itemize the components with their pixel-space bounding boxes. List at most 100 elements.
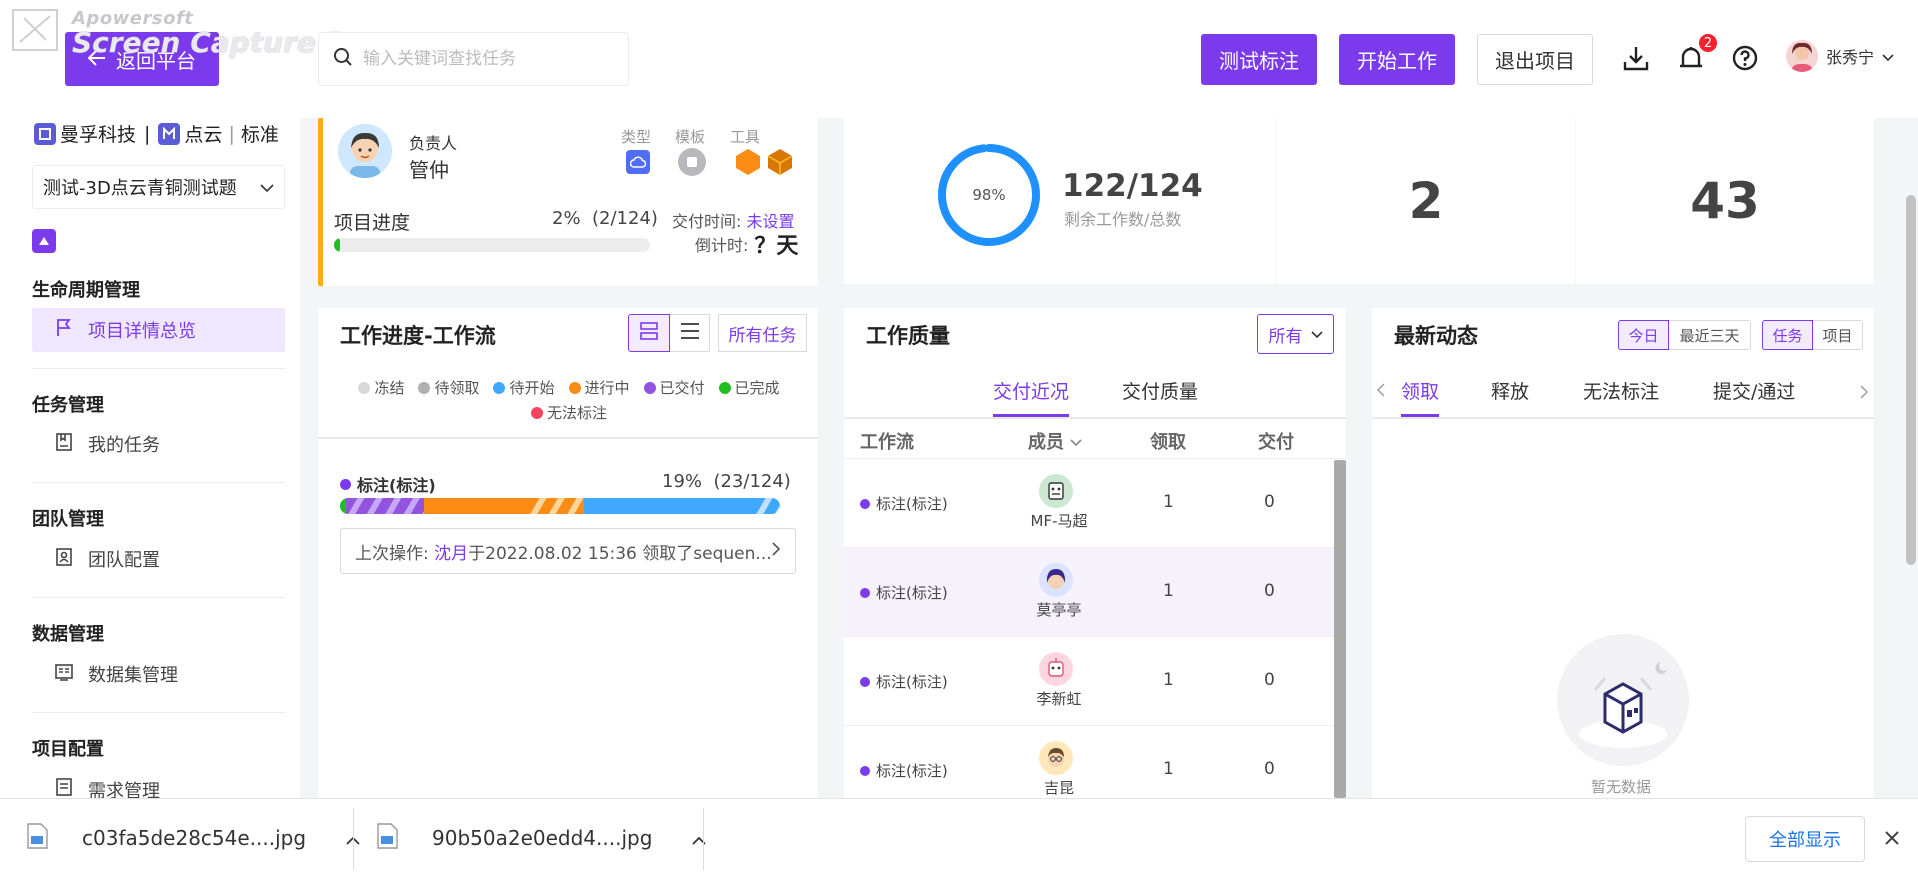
row-flow: 标注(标注): [860, 671, 948, 692]
nav-project-overview[interactable]: 项目详情总览: [32, 308, 285, 352]
empty-box-icon: [1555, 632, 1691, 768]
section-task: 任务管理: [32, 395, 104, 416]
nav-my-tasks[interactable]: 我的任务: [32, 422, 285, 466]
list-view-toggle[interactable]: [670, 314, 710, 352]
tab-submit-pass[interactable]: 提交/通过: [1713, 377, 1795, 404]
member-avatar: [1039, 741, 1073, 775]
org-info: 曼孚科技 | 点云 | 标准: [34, 120, 279, 147]
watermark-logo: Apowersoft Screen Capture Pro: [10, 4, 378, 59]
card-view-toggle[interactable]: [628, 314, 670, 352]
progress-text: 2% (2/124): [552, 208, 658, 229]
chevron-up-icon[interactable]: [692, 826, 707, 850]
legend-label: 待开始: [509, 379, 555, 397]
search-input[interactable]: [363, 49, 613, 69]
legend-dot: [358, 381, 371, 394]
quality-filter-select[interactable]: 所有: [1257, 314, 1334, 354]
bar-to-start-striped: [754, 498, 780, 514]
filter-project[interactable]: 项目: [1813, 320, 1863, 350]
flow-progress-bar: [340, 498, 780, 514]
user-menu[interactable]: 张秀宁: [1786, 40, 1894, 72]
nav-team-config[interactable]: 团队配置: [32, 537, 285, 581]
claim-value: 1: [1163, 759, 1174, 779]
stat-card-2: 2: [1277, 118, 1575, 284]
owner-name: 管仲: [409, 158, 449, 182]
flow-dot: [340, 478, 351, 490]
remaining-count: 122/124: [1062, 168, 1203, 204]
stat-card-3: 43: [1576, 118, 1874, 284]
last-operation[interactable]: 上次操作: 沈月于2022.08.02 15:36 领取了sequen...: [340, 528, 796, 574]
legend-dot: [418, 381, 431, 394]
divider: [353, 808, 354, 870]
tab-unable[interactable]: 无法标注: [1583, 377, 1659, 404]
notification-badge: 2: [1697, 32, 1719, 54]
claim-value: 1: [1163, 581, 1174, 601]
tab-release[interactable]: 释放: [1491, 377, 1529, 404]
last-op-user[interactable]: 沈月: [434, 544, 468, 564]
type-label: 类型: [621, 128, 652, 146]
stat-value-2: 2: [1408, 172, 1444, 230]
section-config: 项目配置: [32, 739, 104, 760]
col-member[interactable]: 成员: [1028, 428, 1082, 454]
countdown: 倒计时: ？天: [695, 228, 798, 260]
download-item[interactable]: c03fa5de28c54e....jpg: [26, 798, 360, 878]
deliver-value: 0: [1264, 581, 1275, 601]
divider: [32, 368, 285, 369]
filter-today[interactable]: 今日: [1618, 320, 1669, 350]
close-icon[interactable]: [1884, 830, 1900, 850]
page-scrollbar[interactable]: [1906, 195, 1916, 565]
divider: [318, 437, 818, 439]
legend-dot: [643, 381, 656, 394]
nav-requirement[interactable]: 需求管理: [32, 767, 285, 798]
chevron-down-icon: [1070, 431, 1082, 452]
nav-dataset[interactable]: 数据集管理: [32, 652, 285, 696]
notification-bell-icon[interactable]: 2: [1673, 32, 1719, 76]
col-deliver: 交付: [1258, 432, 1294, 453]
watermark-icon: [12, 9, 58, 51]
progress-ring: 98%: [936, 142, 1042, 248]
task-search-box[interactable]: [318, 32, 629, 86]
template-label: 模板: [675, 128, 706, 146]
deliver-value: 0: [1264, 759, 1275, 779]
help-icon[interactable]: [1727, 40, 1763, 76]
divider: [703, 808, 704, 870]
remaining-stat-card: [844, 118, 1276, 284]
download-item[interactable]: 90b50a2e0edd4....jpg: [376, 798, 707, 878]
nav-label: 项目详情总览: [88, 321, 196, 342]
test-annotation-button[interactable]: 测试标注: [1201, 34, 1317, 85]
divider: [32, 597, 285, 598]
row-flow: 标注(标注): [860, 493, 948, 514]
tab-delivery-recent[interactable]: 交付近况: [993, 377, 1069, 404]
all-tasks-filter[interactable]: 所有任务: [718, 314, 807, 352]
task-icon: [54, 432, 74, 457]
download-icon[interactable]: [1618, 40, 1654, 76]
row-flow: 标注(标注): [860, 582, 948, 603]
dataset-icon: [54, 662, 74, 687]
start-work-button[interactable]: 开始工作: [1339, 34, 1455, 85]
legend-item: 待开始: [493, 377, 555, 398]
stat-value-3: 43: [1690, 172, 1760, 230]
exit-project-button[interactable]: 退出项目: [1477, 34, 1593, 85]
project-select[interactable]: 测试-3D点云青铜测试题: [32, 165, 285, 209]
project-progress-bar: [334, 238, 650, 252]
filter-three-days[interactable]: 最近三天: [1669, 320, 1751, 350]
col-flow: 工作流: [860, 432, 914, 453]
nav-label: 我的任务: [88, 435, 160, 456]
template-icon: [678, 148, 706, 176]
filter-task[interactable]: 任务: [1762, 320, 1813, 350]
tab-claim[interactable]: 领取: [1401, 377, 1439, 404]
quality-scrollbar[interactable]: [1334, 460, 1346, 798]
show-all-downloads-button[interactable]: 全部显示: [1745, 816, 1865, 862]
image-file-icon: [376, 822, 398, 854]
section-lifecycle: 生命周期管理: [32, 280, 140, 301]
row-flow: 标注(标注): [860, 760, 948, 781]
chevron-left-icon[interactable]: [1376, 382, 1385, 401]
legend-item: 已交付: [643, 377, 705, 398]
user-avatar: [1786, 40, 1818, 72]
chevron-down-icon: [1310, 324, 1323, 344]
org-name: 曼孚科技: [60, 124, 137, 146]
tab-delivery-quality[interactable]: 交付质量: [1122, 377, 1198, 404]
deliver-value: 0: [1264, 670, 1275, 690]
chevron-right-icon[interactable]: [1860, 384, 1869, 403]
deliver-value: 0: [1264, 492, 1275, 512]
bar-to-start: [584, 498, 754, 514]
